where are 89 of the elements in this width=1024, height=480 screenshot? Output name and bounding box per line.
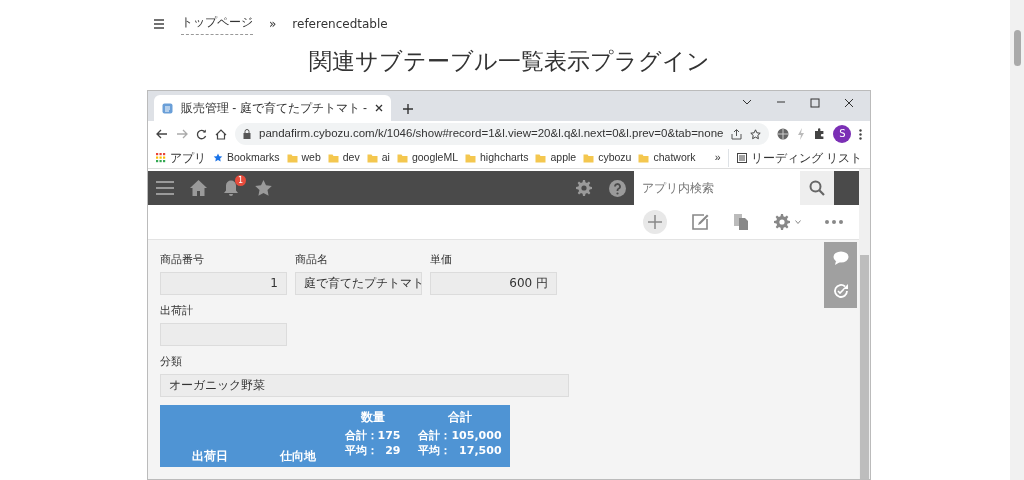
summary-text: 合計：175 [343, 428, 402, 444]
globe-icon[interactable] [777, 128, 790, 140]
folder-icon [535, 152, 547, 163]
more-vertical-icon[interactable] [859, 128, 863, 140]
folder-icon [583, 152, 595, 163]
share-icon[interactable] [731, 128, 743, 140]
reading-list-button[interactable]: リーディング リスト [727, 148, 862, 167]
overflow-chevron[interactable]: » [714, 149, 721, 166]
bookmark-item[interactable]: dev [327, 149, 360, 166]
folder-icon [465, 152, 477, 163]
lightning-icon[interactable] [797, 128, 806, 140]
field-value: 庭で育てたプチトマト [295, 272, 422, 296]
breadcrumb-link[interactable]: トップページ [181, 13, 253, 35]
reload-icon[interactable] [196, 128, 207, 140]
field-value: 600 円 [430, 272, 557, 296]
summary-text: 平均： 17,500 [417, 443, 503, 459]
profile-avatar[interactable]: S [833, 125, 852, 143]
plus-icon[interactable] [403, 104, 413, 114]
copy-icon[interactable] [733, 213, 749, 232]
folder-icon [396, 152, 408, 163]
tab-title: 販売管理 - 庭で育てたプチトマト - [181, 100, 367, 117]
menu-icon[interactable] [156, 180, 174, 196]
bookmark-item[interactable]: ai [366, 149, 390, 166]
back-arrow-icon[interactable] [156, 129, 168, 139]
plus-icon [648, 215, 662, 230]
page-title: 関連サブテーブル一覧表示プラグイン [307, 48, 711, 76]
search-button[interactable] [800, 171, 834, 205]
star-icon[interactable] [255, 180, 272, 196]
help-icon[interactable] [609, 179, 626, 197]
search-icon [809, 180, 825, 196]
comment-icon[interactable] [832, 250, 849, 265]
summary-text: 平均： 29 [343, 443, 402, 459]
column-header: 合計 [447, 409, 473, 427]
scrollbar[interactable] [859, 169, 870, 479]
edit-icon[interactable] [691, 213, 709, 232]
notification-badge: 1 [235, 174, 246, 186]
field-label: 分類 [160, 354, 183, 371]
bookmark-item[interactable]: apple [535, 149, 577, 166]
field-label: 単価 [430, 252, 453, 269]
star-icon [213, 152, 223, 163]
field-value: オーガニック野菜 [160, 374, 569, 398]
field-label: 商品名 [295, 252, 329, 269]
history-icon[interactable] [831, 281, 850, 300]
folder-icon [286, 152, 298, 163]
column-header: 数量 [359, 409, 386, 427]
minimize-icon[interactable] [776, 98, 786, 106]
close-icon[interactable] [844, 98, 854, 108]
home-icon[interactable] [215, 128, 227, 140]
folder-icon [327, 152, 339, 163]
settings-dropdown[interactable] [773, 214, 801, 231]
column-header: 出荷日 [191, 448, 229, 466]
bookmark-item[interactable]: cybozu [583, 149, 632, 166]
document-icon [162, 102, 173, 114]
search-field[interactable]: アプリ内検索 [634, 171, 800, 205]
grid-icon [156, 152, 166, 163]
bookmark-item[interactable]: highcharts [465, 149, 529, 166]
folder-icon [366, 152, 378, 163]
bookmark-item[interactable]: Bookmarks [213, 149, 280, 166]
bell-icon[interactable] [223, 179, 239, 197]
bookmark-item[interactable]: アプリ [156, 148, 206, 167]
field-label: 商品番号 [160, 252, 205, 269]
summary-text: 合計：105,000 [417, 428, 503, 444]
page-scrollbar[interactable] [1010, 0, 1024, 480]
column-header: 仕向地 [278, 448, 317, 466]
maximize-icon[interactable] [810, 98, 820, 108]
browser-tab[interactable]: 販売管理 - 庭で育てたプチトマト - [154, 95, 391, 121]
settings-icon [773, 214, 791, 231]
breadcrumb-separator: » [269, 16, 277, 33]
close-icon[interactable] [375, 104, 383, 112]
lock-icon [243, 129, 251, 139]
list-icon [736, 152, 747, 163]
field-value: 1 [160, 272, 287, 296]
url-text: pandafirm.cybozu.com/k/1046/show#record=1&l.view=20&l.q&l.next=0&l.prev=0&tab=none [259, 126, 724, 142]
chevron-down-icon[interactable] [742, 98, 752, 106]
puzzle-icon[interactable] [813, 128, 826, 140]
bookmark-item[interactable]: chatwork [638, 149, 696, 166]
breadcrumb-current: referencedtable [292, 16, 388, 33]
settings-icon[interactable] [575, 180, 593, 196]
star-icon[interactable] [750, 128, 762, 140]
bookmark-item[interactable]: web [286, 149, 321, 166]
field-label: 出荷計 [160, 303, 194, 320]
add-button[interactable] [643, 210, 667, 235]
bookmark-item[interactable]: googleML [396, 149, 459, 166]
forward-arrow-icon[interactable] [176, 129, 188, 139]
folder-icon [638, 152, 650, 163]
more-icon[interactable] [825, 220, 843, 225]
caret-icon [795, 220, 801, 225]
address-bar[interactable]: pandafirm.cybozu.com/k/1046/show#record=1&l.view=20&l.q&l.next=0&l.prev=0&tab=none [235, 123, 770, 145]
menu-icon[interactable] [153, 19, 165, 29]
